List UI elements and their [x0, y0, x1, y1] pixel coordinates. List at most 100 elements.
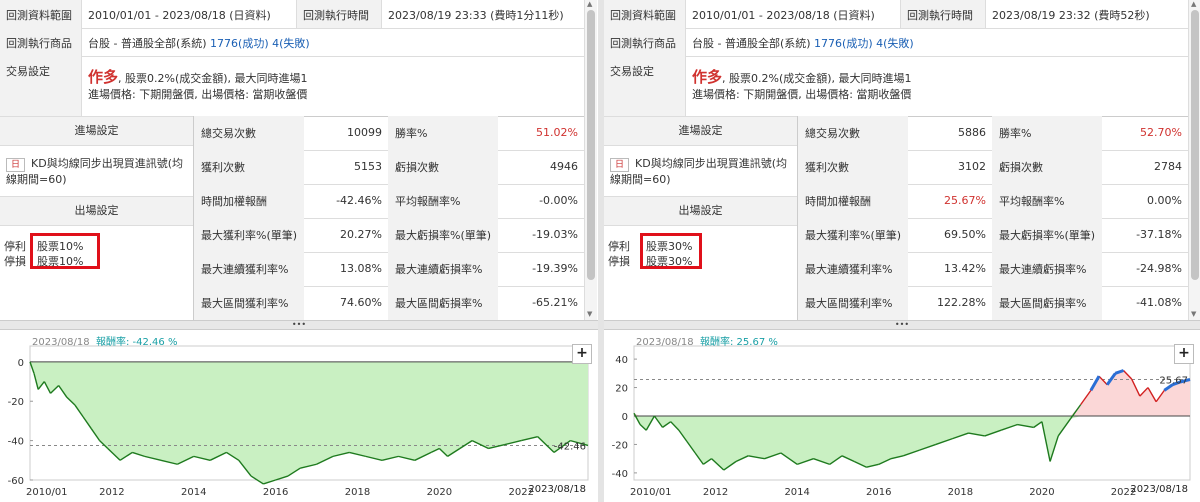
stat-label: 平均報酬率%: [992, 184, 1102, 218]
entry-condition-text: KD與均線同步出現買進訊號(均線期間=60): [610, 157, 787, 186]
x-tick-label: 2020: [1029, 487, 1054, 498]
x-tick-label: 2014: [181, 487, 206, 498]
chart-expand-button[interactable]: +: [1174, 344, 1194, 364]
backtest-info: 回測資料範圍 2010/01/01 - 2023/08/18 (日資料) 回測執…: [0, 0, 584, 117]
stats-row: 最大區間獲利率% 74.60% 最大區間虧損率% -65.21%: [194, 286, 584, 321]
resize-handle[interactable]: •••: [0, 320, 598, 330]
scroll-down-icon[interactable]: ▼: [587, 310, 592, 318]
stat-value: 3102: [958, 160, 986, 173]
x-tick-label: 2018: [948, 487, 973, 498]
stats-row: 最大連續獲利率% 13.42% 最大連續虧損率% -24.98%: [798, 252, 1188, 287]
entry-condition: 日 KD與均線同步出現買進訊號(均線期間=60): [610, 156, 796, 187]
scroll-up-icon[interactable]: ▲: [587, 0, 592, 8]
resize-handle[interactable]: •••: [604, 320, 1200, 330]
trade-desc: , 股票0.2%(成交金額), 最大同時進場1: [722, 72, 912, 85]
entry-header: 進場設定: [604, 116, 797, 146]
stat-value: 13.42%: [944, 262, 986, 275]
stat-label: 最大區間虧損率%: [992, 286, 1102, 320]
backtest-panel-right: 回測資料範圍 2010/01/01 - 2023/08/18 (日資料) 回測執…: [604, 0, 1200, 502]
exec-time-value: 2023/08/19 23:33 (費時1分11秒): [388, 9, 564, 22]
products-label: 回測執行商品: [604, 28, 686, 56]
stats-scrollbar[interactable]: ▲ ▼: [1188, 0, 1200, 320]
stat-value: 74.60%: [340, 296, 382, 309]
stat-value: 5153: [354, 160, 382, 173]
strategy-settings: 進場設定 日 KD與均線同步出現買進訊號(均線期間=60) 出場設定 停利 停損 …: [604, 116, 798, 320]
x-tick-label: 2012: [703, 487, 728, 498]
range-value: 2010/01/01 - 2023/08/18 (日資料): [692, 9, 875, 22]
x-tick-label: 2014: [784, 487, 809, 498]
stat-value: -37.18%: [1136, 228, 1182, 241]
scroll-down-icon[interactable]: ▼: [1191, 310, 1196, 318]
stat-label: 最大區間獲利率%: [194, 286, 304, 320]
stat-label: 最大區間虧損率%: [388, 286, 498, 320]
y-tick-label: 0: [622, 412, 628, 423]
chart-date: 2023/08/18: [636, 337, 694, 348]
stop-loss-label: 停損: [608, 255, 630, 268]
scroll-up-icon[interactable]: ▲: [1191, 0, 1196, 8]
stat-label: 最大獲利率%(單筆): [194, 218, 304, 252]
x-tick-label: 2010/01: [630, 487, 672, 498]
stat-label: 最大連續獲利率%: [194, 252, 304, 286]
trade-price-setting: 進場價格: 下期開盤價, 出場價格: 當期收盤價: [692, 88, 912, 101]
scrollbar-thumb[interactable]: [1191, 10, 1199, 280]
end-value-label: 25.67: [1159, 375, 1188, 386]
stat-value: -42.46%: [336, 194, 382, 207]
stat-label: 最大區間獲利率%: [798, 286, 908, 320]
exit-header: 出場設定: [604, 196, 797, 226]
performance-stats: 總交易次數 10099 勝率% 51.02% 獲利次數 5153 虧損次數 4946 時間加權報…: [194, 116, 584, 321]
x-tick-label: 2016: [866, 487, 891, 498]
exec-time-label: 回測執行時間: [296, 0, 382, 28]
chart-return-label: 報酬率: 25.67 %: [700, 335, 778, 348]
entry-condition-text: KD與均線同步出現買進訊號(均線期間=60): [6, 157, 183, 186]
x-tick-label: 2018: [345, 487, 370, 498]
scrollbar-thumb[interactable]: [587, 10, 595, 280]
range-label: 回測資料範圍: [604, 0, 686, 28]
performance-stats: 總交易次數 5886 勝率% 52.70% 獲利次數 3102 虧損次數 2784 時間加權報酬…: [798, 116, 1188, 321]
stat-label: 勝率%: [992, 116, 1102, 150]
x-tick-label: 2016: [263, 487, 288, 498]
stop-loss-label: 停損: [4, 255, 26, 268]
stat-label: 獲利次數: [194, 150, 304, 184]
products-prefix: 台股 - 普通股全部(系統): [692, 37, 815, 50]
stat-value: -41.08%: [1136, 296, 1182, 309]
chart-date: 2023/08/18: [32, 337, 90, 348]
chart-expand-button[interactable]: +: [572, 344, 592, 364]
stat-value: 122.28%: [937, 296, 986, 309]
return-chart: 40 20 0 -20 -402010/01 2012 2014 2016 2018 2020 20…: [612, 335, 1191, 498]
stats-row: 總交易次數 10099 勝率% 51.02%: [194, 116, 584, 151]
y-tick-label: -60: [8, 476, 24, 487]
products-counts-link[interactable]: 1776(成功) 4(失敗): [814, 37, 914, 50]
stat-label: 最大連續虧損率%: [992, 252, 1102, 286]
stat-value: 5886: [958, 126, 986, 139]
products-counts-link[interactable]: 1776(成功) 4(失敗): [210, 37, 310, 50]
stats-scrollbar[interactable]: ▲ ▼: [584, 0, 597, 320]
trade-direction: 作多: [88, 68, 119, 86]
stat-label: 時間加權報酬: [798, 184, 908, 218]
trade-direction: 作多: [692, 68, 723, 86]
exec-time-label: 回測執行時間: [900, 0, 986, 28]
stop-profit-label: 停利: [608, 240, 630, 253]
stat-value: 20.27%: [340, 228, 382, 241]
stat-value: -19.03%: [532, 228, 578, 241]
trade-price-setting: 進場價格: 下期開盤價, 出場價格: 當期收盤價: [88, 88, 308, 101]
trade-setting: 作多, 股票0.2%(成交金額), 最大同時進場1: [692, 66, 912, 87]
y-tick-label: 20: [615, 384, 628, 395]
range-label: 回測資料範圍: [0, 0, 82, 28]
trade-desc: , 股票0.2%(成交金額), 最大同時進場1: [118, 72, 308, 85]
stat-label: 最大連續獲利率%: [798, 252, 908, 286]
stat-label: 時間加權報酬: [194, 184, 304, 218]
stat-value: 69.50%: [944, 228, 986, 241]
stat-value: 52.70%: [1140, 126, 1182, 139]
stat-label: 最大獲利率%(單筆): [798, 218, 908, 252]
x-tick-label: 2010/01: [26, 487, 68, 498]
entry-condition: 日 KD與均線同步出現買進訊號(均線期間=60): [6, 156, 192, 187]
end-date-label: 2023/08/18: [1130, 484, 1188, 495]
y-tick-label: 40: [615, 355, 628, 366]
stat-label: 虧損次數: [992, 150, 1102, 184]
trade-setting: 作多, 股票0.2%(成交金額), 最大同時進場1: [88, 66, 308, 87]
chart-return-label: 報酬率: -42.46 %: [96, 335, 177, 348]
return-chart: 0 -20 -40 -602010/01 2012 2014 2016 2018 2020 202…: [8, 335, 589, 498]
stop-loss-value: 股票30%: [646, 255, 693, 268]
stat-label: 獲利次數: [798, 150, 908, 184]
entry-header: 進場設定: [0, 116, 193, 146]
